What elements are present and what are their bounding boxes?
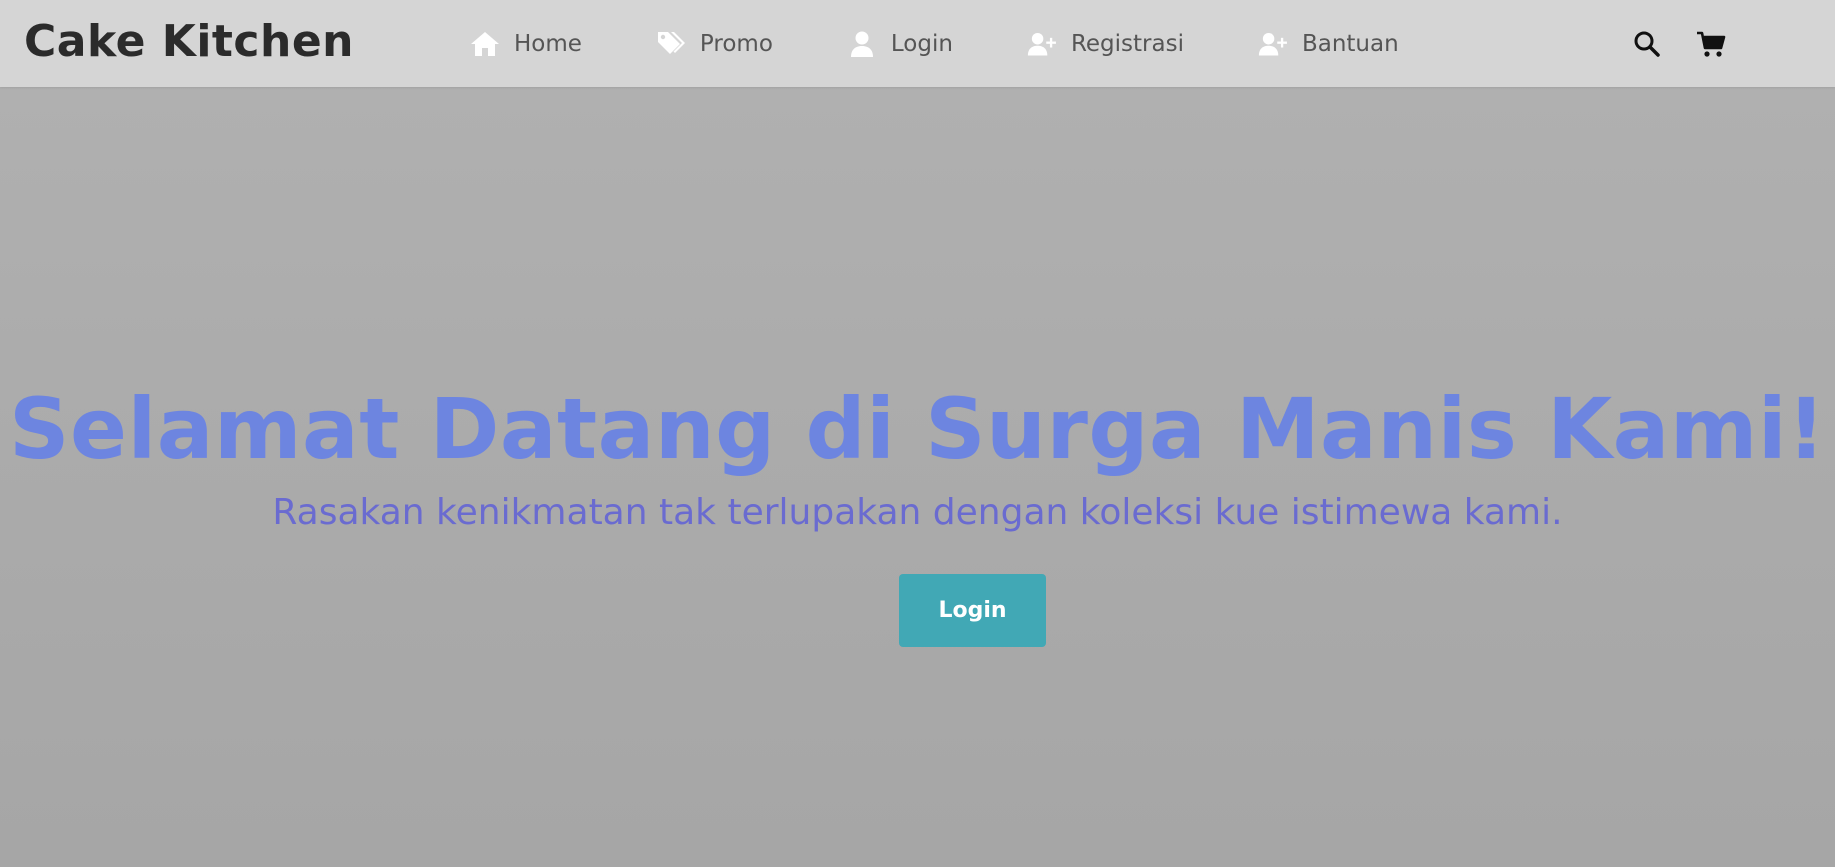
- tags-icon: [656, 30, 686, 58]
- nav-item-label: Login: [890, 30, 953, 57]
- nav-item-label: Registrasi: [1070, 30, 1184, 57]
- nav-item-promo[interactable]: Promo: [656, 30, 773, 58]
- user-plus-icon: [1258, 30, 1288, 58]
- cart-button[interactable]: [1696, 0, 1726, 87]
- nav-item-label: Bantuan: [1301, 30, 1399, 57]
- login-button[interactable]: Login: [899, 574, 1046, 647]
- navbar: Cake Kitchen Home Promo Login Registrasi…: [0, 0, 1835, 87]
- nav-item-label: Home: [514, 30, 582, 57]
- user-plus-icon: [1027, 30, 1057, 58]
- nav-links: Home Promo Login Registrasi Bantuan: [470, 0, 1473, 87]
- nav-item-bantuan[interactable]: Bantuan: [1258, 30, 1399, 58]
- search-button[interactable]: [1633, 0, 1661, 87]
- nav-item-registrasi[interactable]: Registrasi: [1027, 30, 1184, 58]
- search-icon: [1633, 30, 1661, 58]
- hero-title: Selamat Datang di Surga Manis Kami!: [9, 380, 1826, 478]
- hero-section: Selamat Datang di Surga Manis Kami! Rasa…: [0, 87, 1835, 867]
- nav-item-login[interactable]: Login: [847, 30, 953, 58]
- nav-item-home[interactable]: Home: [470, 30, 582, 58]
- user-icon: [847, 30, 877, 58]
- hero-subtitle: Rasakan kenikmatan tak terlupakan dengan…: [272, 492, 1563, 533]
- cart-icon: [1696, 30, 1726, 58]
- home-icon: [470, 30, 500, 58]
- nav-item-label: Promo: [699, 30, 773, 57]
- brand-logo[interactable]: Cake Kitchen: [24, 16, 354, 67]
